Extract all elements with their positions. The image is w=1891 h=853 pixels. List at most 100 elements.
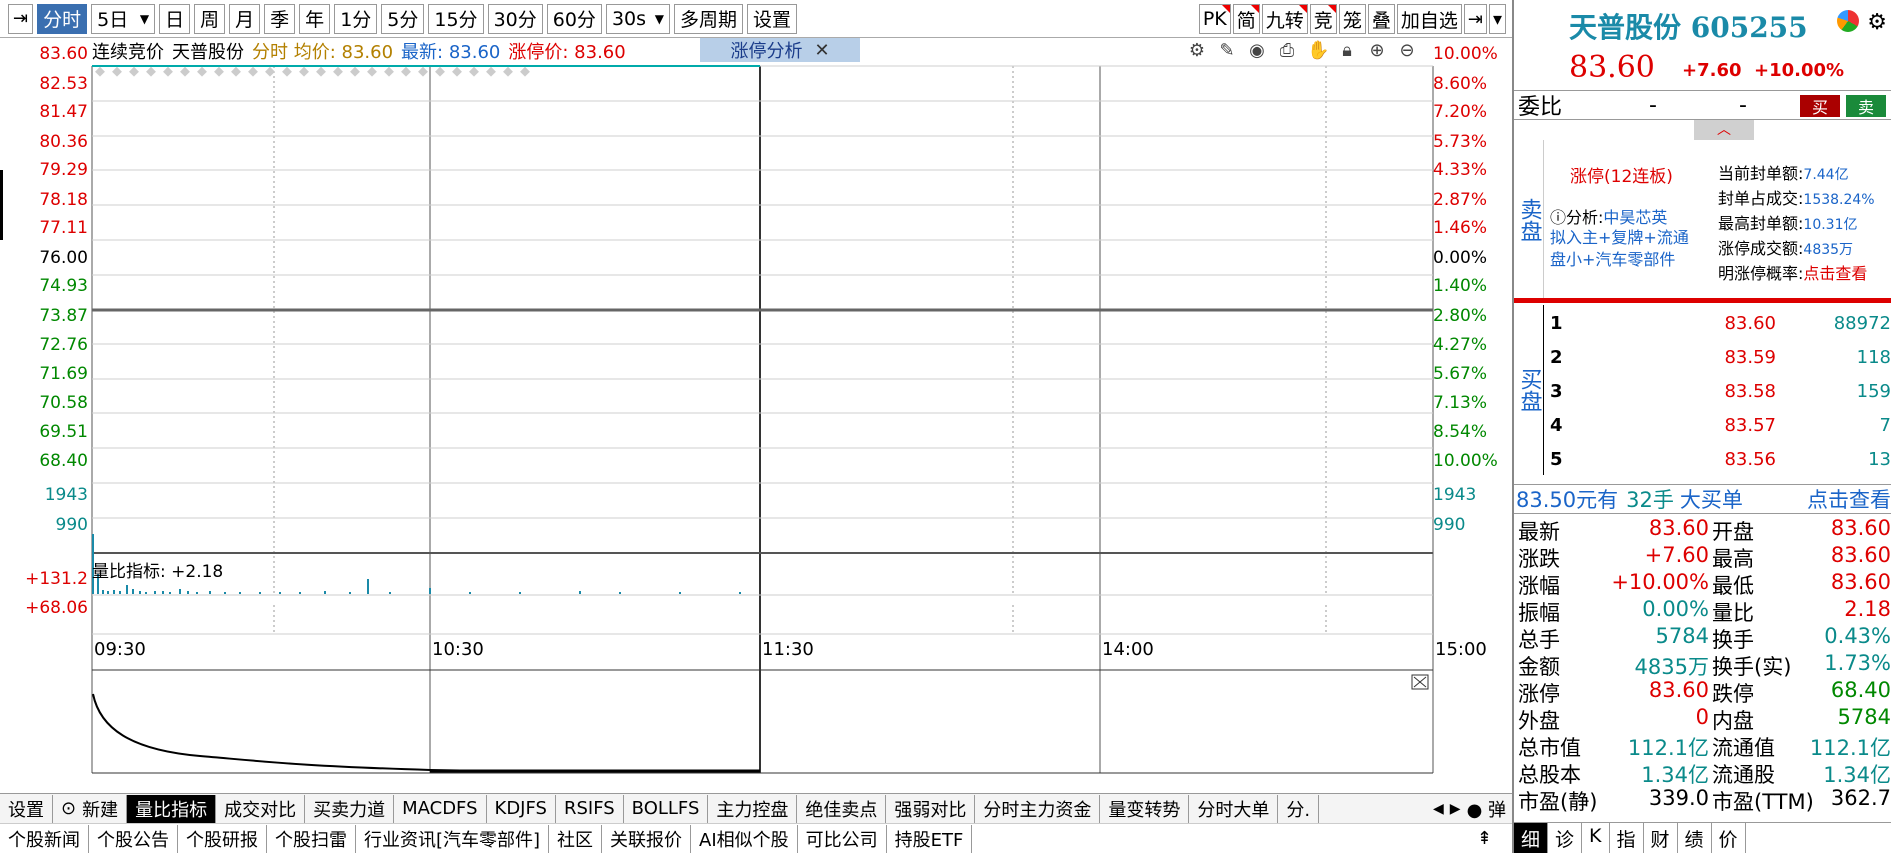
analysis-text[interactable]: 拟入主+复牌+流通盘小+汽车零部件 [1550, 227, 1700, 271]
tab-volume-shift[interactable]: 量变转势 [1100, 794, 1190, 823]
sell-button[interactable]: 卖 [1846, 95, 1886, 117]
tab-intraday[interactable]: 分时 [37, 3, 88, 34]
close-icon[interactable]: ✕ [814, 40, 829, 61]
tab-deal-compare[interactable]: 成交对比 [216, 794, 306, 823]
multi-period-button[interactable]: 多周期 [673, 3, 743, 34]
quote-tab[interactable]: 绩 [1678, 823, 1712, 853]
zoom-out-icon[interactable]: ⊖ [1397, 40, 1417, 61]
tab-month[interactable]: 月 [229, 3, 261, 34]
quote-tab[interactable]: K [1582, 823, 1610, 853]
tab-week[interactable]: 周 [194, 3, 226, 34]
tab-big-orders[interactable]: 分时大单 [1189, 794, 1279, 823]
tab-stock-risk[interactable]: 个股扫雷 [267, 824, 356, 853]
tab-more[interactable]: 分. [1278, 794, 1320, 823]
scroll-left-icon[interactable]: ◀ [1433, 801, 1444, 817]
order-ratio-label: 委比 [1518, 95, 1563, 120]
bid-row[interactable]: 1 83.60 88972 [1546, 305, 1891, 339]
quote-tab[interactable]: 诊 [1548, 823, 1583, 853]
bid-row[interactable]: 4 83.57 7 [1546, 407, 1891, 441]
bid-row[interactable]: 2 83.59 118 [1546, 339, 1891, 373]
intraday-chart[interactable]: 连续竞价 天普股份 分时 均价: 83.60 最新: 83.60 涨停价: 83… [0, 38, 1512, 793]
bid-row[interactable]: 5 83.56 13 [1546, 441, 1891, 475]
tab-macdfs[interactable]: MACDFS [394, 794, 487, 823]
dropdown-icon[interactable]: ▾ [1488, 4, 1506, 34]
print-icon[interactable]: ⎙ [1277, 40, 1297, 61]
tab-5min[interactable]: 5分 [381, 3, 425, 34]
tab-buy-sell-force[interactable]: 买卖力道 [305, 794, 395, 823]
popup-toggle[interactable]: ● 弹 [1467, 796, 1506, 822]
zoom-in-icon[interactable]: ⊕ [1367, 40, 1387, 61]
divider-line [1514, 298, 1891, 303]
tick-marker [486, 66, 496, 77]
analysis-name[interactable]: 中昊芯英 [1603, 208, 1667, 227]
collapse-icon[interactable]: ⇥ [1463, 4, 1487, 34]
chevron-up-icon[interactable]: ︿ [1694, 120, 1754, 140]
y-right-label: 4.33% [1433, 160, 1488, 180]
quote-tab[interactable]: 指 [1610, 823, 1644, 853]
gear-icon[interactable]: ⚙ [1187, 40, 1207, 61]
tab-comparable[interactable]: 可比公司 [798, 824, 887, 853]
stat-value: +7.60 [1644, 543, 1709, 567]
tab-main-fund[interactable]: 分时主力资金 [975, 794, 1101, 823]
auction-button[interactable]: 竞 [1309, 4, 1337, 34]
stat-key: 涨停 [1518, 682, 1560, 706]
bid-level: 1 [1550, 313, 1563, 334]
select-30s[interactable]: 30s [605, 3, 670, 34]
bid-price: 83.56 [1724, 449, 1776, 470]
buy-button[interactable]: 买 [1800, 95, 1840, 117]
scroll-right-icon[interactable]: ▶ [1450, 801, 1461, 817]
tab-quarter[interactable]: 季 [264, 3, 296, 34]
quote-tab[interactable]: 财 [1644, 823, 1678, 853]
tab-stock-research[interactable]: 个股研报 [178, 824, 267, 853]
cage-button[interactable]: 笼 [1338, 4, 1366, 34]
tab-volume-ratio[interactable]: 量比指标 [127, 794, 217, 823]
tab-main-control[interactable]: 主力控盘 [708, 794, 798, 823]
tab-industry-news[interactable]: 行业资讯[汽车零部件] [356, 824, 550, 853]
probability-link[interactable]: 点击查看 [1803, 264, 1867, 283]
tab-15min[interactable]: 15分 [428, 3, 484, 34]
quote-tab[interactable]: 价 [1712, 823, 1746, 853]
gear-icon[interactable]: ⚙ [1867, 10, 1887, 35]
lock-icon[interactable]: 🔒︎ [1337, 40, 1357, 61]
tab-strength[interactable]: 强弱对比 [886, 794, 976, 823]
expand-up-icon[interactable]: ⇞ [1477, 828, 1512, 849]
settings-button[interactable]: 设置 [746, 3, 797, 34]
tab-settings[interactable]: 设置 [0, 794, 53, 823]
current-price: 83.60 [1569, 50, 1655, 85]
stat-value: 0 [1695, 705, 1709, 729]
tab-bollfs[interactable]: BOLLFS [624, 794, 709, 823]
add-watchlist-button[interactable]: 加自选 [1396, 4, 1462, 34]
tab-year[interactable]: 年 [299, 3, 331, 34]
tab-rsifs[interactable]: RSIFS [556, 794, 624, 823]
bid-row[interactable]: 3 83.58 159 [1546, 373, 1891, 407]
tab-stock-news[interactable]: 个股新闻 [0, 824, 89, 853]
quote-tab[interactable]: 细 [1514, 823, 1549, 853]
pencil-icon[interactable]: ✎ [1217, 40, 1237, 61]
select-5day[interactable]: 5日 [91, 3, 156, 34]
tab-ai-similar[interactable]: AI相似个股 [691, 824, 798, 853]
hand-icon[interactable]: ✋ [1307, 40, 1329, 61]
tab-30min[interactable]: 30分 [487, 3, 543, 34]
tick-marker [265, 66, 275, 77]
tab-related-quotes[interactable]: 关联报价 [602, 824, 692, 853]
tab-60min[interactable]: 60分 [546, 3, 602, 34]
tab-1min[interactable]: 1分 [334, 3, 378, 34]
pk-button[interactable]: PK [1198, 4, 1231, 34]
tab-stock-announce[interactable]: 个股公告 [89, 824, 178, 853]
tab-etf[interactable]: 持股ETF [887, 824, 973, 853]
tab-new[interactable]: ⊙ 新建 [53, 794, 128, 823]
eye-icon[interactable]: ◉ [1247, 40, 1267, 61]
tab-kdjfs[interactable]: KDJFS [487, 794, 556, 823]
overlay-button[interactable]: 叠 [1367, 4, 1395, 34]
tab-community[interactable]: 社区 [549, 824, 603, 853]
tab-best-sell[interactable]: 绝佳卖点 [797, 794, 887, 823]
simple-button[interactable]: 简 [1232, 4, 1260, 34]
price-change-pct: +10.00% [1754, 60, 1845, 81]
limit-analysis-tab[interactable]: 涨停分析 ✕ [700, 38, 860, 62]
jiuzhuan-button[interactable]: 九转 [1261, 4, 1308, 34]
pie-chart-icon[interactable] [1837, 10, 1860, 32]
tab-day[interactable]: 日 [159, 3, 191, 34]
pin-icon[interactable]: ⇥ [8, 3, 34, 34]
stat-value: 339.0 [1648, 786, 1709, 810]
big-order-link[interactable]: 点击查看 [1807, 484, 1891, 514]
